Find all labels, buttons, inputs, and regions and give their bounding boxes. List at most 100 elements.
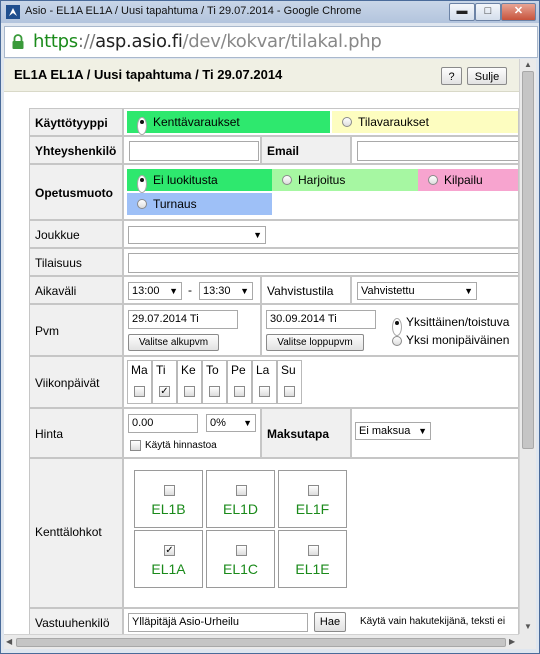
type-space-label: Tilavaraukset [358, 115, 429, 129]
date-start-input[interactable]: 29.07.2014 Ti [128, 310, 238, 329]
team-label-cell: Joukkue [29, 220, 123, 248]
field-el1c-label: EL1C [222, 561, 259, 577]
vertical-scrollbar[interactable]: ▲ ▼ [519, 59, 536, 634]
weekday-mon[interactable]: Ma [127, 360, 152, 404]
browser-window: Asio - EL1A EL1A / Uusi tapahtuma / Ti 2… [0, 0, 540, 654]
time-end-select[interactable]: 13:30 ▼ [199, 282, 253, 300]
teaching-practice-radio[interactable] [282, 175, 292, 185]
teaching-option-tournament[interactable]: Turnaus [127, 193, 272, 215]
field-el1a-label: EL1A [151, 561, 186, 577]
weekday-wed[interactable]: Ke [177, 360, 202, 404]
price-label: Hinta [35, 427, 64, 441]
field-el1c-checkbox[interactable] [236, 545, 247, 556]
contact-input[interactable] [129, 141, 259, 161]
time-label: Aikaväli [35, 284, 77, 298]
vertical-scroll-thumb[interactable] [522, 71, 534, 449]
close-dialog-button[interactable]: Sulje [467, 67, 507, 85]
maximize-button[interactable]: □ [475, 3, 501, 21]
teaching-option-competition[interactable]: Kilpailu [418, 169, 518, 191]
contact-label: Yhteyshenkilö [35, 144, 117, 158]
weekday-sat[interactable]: La [252, 360, 277, 404]
field-el1e-checkbox[interactable] [308, 545, 319, 556]
type-space-radio[interactable] [342, 117, 352, 127]
vat-select[interactable]: 0% ▼ [206, 414, 256, 432]
type-field-radio[interactable] [137, 117, 147, 135]
date-end-input[interactable]: 30.09.2014 Ti [266, 310, 376, 329]
field-block-el1b[interactable]: EL1B [134, 470, 203, 528]
chevron-down-icon: ▼ [240, 286, 249, 296]
field-block-el1c[interactable]: EL1C [206, 530, 275, 588]
field-el1a-checkbox[interactable]: ✓ [164, 545, 175, 556]
chevron-down-icon: ▼ [464, 286, 473, 296]
url-separator: :// [77, 31, 96, 52]
address-bar[interactable]: https://asp.asio.fi/dev/kokvar/tilakal.p… [4, 26, 538, 58]
reservation-form: Käyttötyyppi Kenttävaraukset Tilavarauks… [29, 108, 519, 634]
weekday-mon-label: Ma [131, 363, 148, 377]
field-el1d-checkbox[interactable] [236, 485, 247, 496]
price-input[interactable]: 0.00 [128, 414, 198, 433]
weekday-sun-checkbox[interactable] [284, 386, 295, 397]
time-start-select[interactable]: 13:00 ▼ [128, 282, 182, 300]
team-select[interactable]: ▼ [128, 226, 266, 244]
date-mode-multi-radio[interactable] [392, 336, 402, 346]
url-text[interactable]: https://asp.asio.fi/dev/kokvar/tilakal.p… [33, 31, 382, 52]
date-mode-single-label: Yksittäinen/toistuva [406, 315, 510, 329]
team-select-cell: ▼ [123, 220, 519, 248]
payment-label: Maksutapa [267, 427, 330, 441]
weekday-sat-checkbox[interactable] [259, 386, 270, 397]
teaching-option-practice[interactable]: Harjoitus [272, 169, 418, 191]
weekday-sun[interactable]: Su [277, 360, 302, 404]
weekday-fri-checkbox[interactable] [234, 386, 245, 397]
field-el1d-label: EL1D [222, 501, 259, 517]
field-el1b-checkbox[interactable] [164, 485, 175, 496]
teaching-label-cell: Opetusmuoto [29, 164, 123, 220]
weekday-wed-checkbox[interactable] [184, 386, 195, 397]
time-dash: - [188, 283, 192, 297]
teaching-none-radio[interactable] [137, 175, 147, 193]
close-button[interactable]: ✕ [501, 3, 536, 21]
date-mode-single-radio[interactable] [392, 318, 402, 336]
weekday-thu[interactable]: To [202, 360, 227, 404]
email-input[interactable] [357, 141, 518, 161]
pick-start-date-button[interactable]: Valitse alkupvm [128, 334, 219, 351]
scroll-left-icon[interactable]: ◀ [6, 637, 12, 646]
scroll-up-icon[interactable]: ▲ [524, 60, 532, 69]
occasion-input[interactable] [128, 253, 518, 273]
payment-value: Ei maksua [359, 425, 411, 437]
pick-end-date-button[interactable]: Valitse loppupvm [266, 334, 364, 351]
teaching-label: Opetusmuoto [35, 186, 113, 200]
horizontal-scrollbar[interactable]: ◀ ▶ [4, 634, 519, 649]
field-block-el1e[interactable]: EL1E [278, 530, 347, 588]
payment-select[interactable]: Ei maksua ▼ [355, 422, 431, 440]
weekday-thu-checkbox[interactable] [209, 386, 220, 397]
weekday-mon-checkbox[interactable] [134, 386, 145, 397]
url-scheme: https [33, 31, 78, 52]
scroll-down-icon[interactable]: ▼ [524, 622, 532, 631]
teaching-competition-radio[interactable] [428, 175, 438, 185]
type-option-space[interactable]: Tilavaraukset [332, 111, 518, 133]
field-block-el1a[interactable]: ✓ EL1A [134, 530, 203, 588]
teaching-tournament-label: Turnaus [153, 197, 197, 211]
type-option-field[interactable]: Kenttävaraukset [127, 111, 330, 135]
field-el1f-checkbox[interactable] [308, 485, 319, 496]
email-input-cell [351, 136, 519, 164]
field-block-el1f[interactable]: EL1F [278, 470, 347, 528]
scroll-right-icon[interactable]: ▶ [509, 637, 515, 646]
field-el1e-label: EL1E [295, 561, 330, 577]
date-end-cell: 30.09.2014 Ti Valitse loppupvm Yksittäin… [261, 304, 519, 356]
responsible-input[interactable]: Ylläpitäjä Asio-Urheilu [128, 613, 308, 632]
responsible-hint: Käytä vain hakutekijänä, teksti ei [360, 616, 506, 627]
teaching-option-none[interactable]: Ei luokitusta [127, 169, 272, 193]
help-button[interactable]: ? [441, 67, 462, 85]
confirm-select[interactable]: Vahvistettu ▼ [357, 282, 477, 300]
search-responsible-button[interactable]: Hae [314, 612, 346, 632]
horizontal-scroll-thumb[interactable] [16, 638, 506, 647]
weekday-tue[interactable]: Ti ✓ [152, 360, 177, 404]
weekday-fri[interactable]: Pe [227, 360, 252, 404]
weekday-tue-checkbox[interactable]: ✓ [159, 386, 170, 397]
field-block-el1d[interactable]: EL1D [206, 470, 275, 528]
teaching-tournament-radio[interactable] [137, 199, 147, 209]
use-pricelist-checkbox[interactable] [130, 440, 141, 451]
page-title: EL1A EL1A / Uusi tapahtuma / Ti 29.07.20… [14, 67, 283, 82]
minimize-button[interactable]: ▬ [449, 3, 475, 21]
